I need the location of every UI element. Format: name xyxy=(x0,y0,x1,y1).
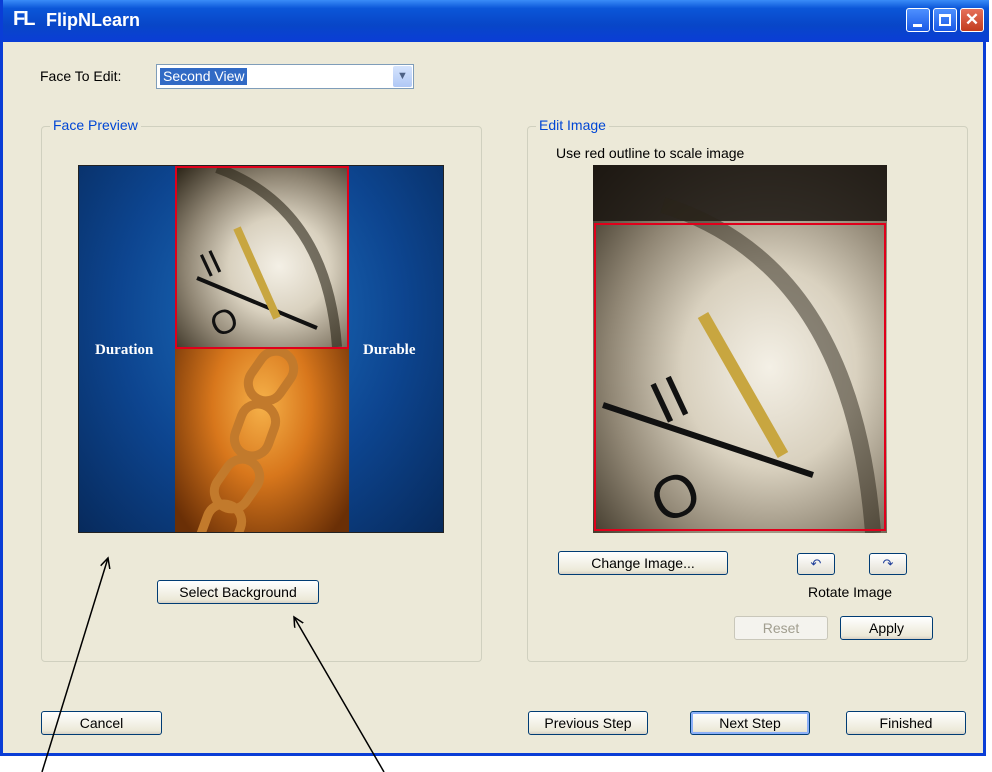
annotation-arrows xyxy=(41,0,385,772)
